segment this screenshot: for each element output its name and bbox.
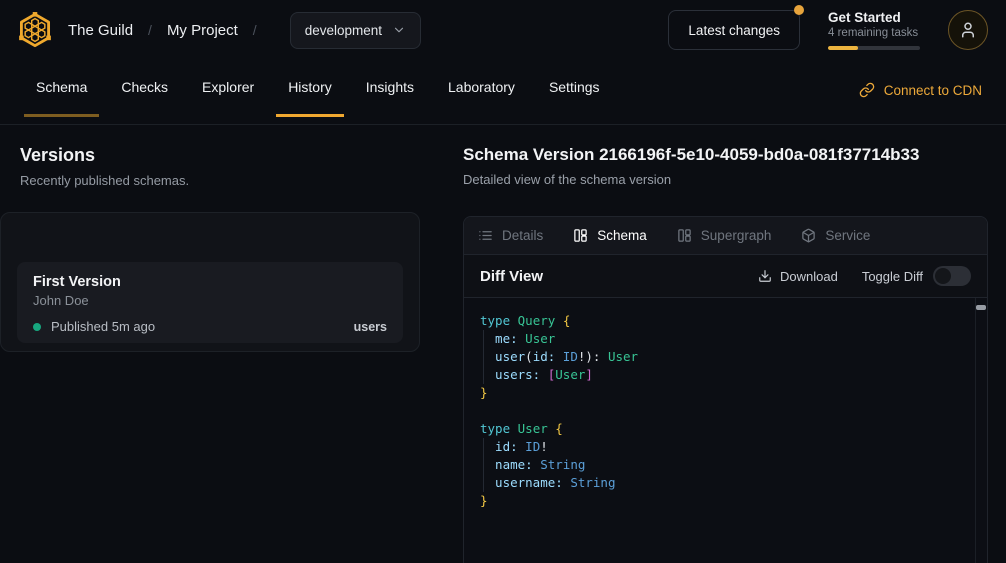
indent-guide bbox=[483, 330, 484, 384]
download-label: Download bbox=[780, 269, 838, 284]
tab-checks[interactable]: Checks bbox=[109, 60, 180, 117]
detail-tab-label: Service bbox=[825, 228, 870, 243]
indent-guide bbox=[483, 438, 484, 492]
breadcrumb-separator: / bbox=[148, 22, 152, 38]
breadcrumb-org[interactable]: The Guild bbox=[68, 22, 133, 39]
diff-view-toolbar: Diff View Download Toggle Diff bbox=[464, 255, 987, 298]
tab-settings[interactable]: Settings bbox=[537, 60, 612, 117]
get-started-subtitle: 4 remaining tasks bbox=[828, 27, 920, 39]
code-scrollbar[interactable] bbox=[975, 298, 987, 563]
toggle-diff-label: Toggle Diff bbox=[862, 269, 923, 284]
target-nav: Schema Checks Explorer History Insights … bbox=[0, 60, 1006, 125]
version-name: First Version bbox=[33, 274, 387, 290]
tab-label: Laboratory bbox=[448, 79, 515, 95]
version-list-item[interactable]: First Version John Doe Published 5m ago … bbox=[17, 262, 403, 343]
detail-tab-label: Schema bbox=[597, 228, 647, 243]
detail-tab-service[interactable]: Service bbox=[801, 228, 870, 243]
versions-list-card: First Version John Doe Published 5m ago … bbox=[0, 212, 420, 352]
toggle-diff-switch[interactable] bbox=[933, 266, 971, 286]
chevron-down-icon bbox=[392, 23, 406, 37]
version-status: Published 5m ago bbox=[51, 319, 155, 334]
columns-icon bbox=[677, 228, 692, 243]
schema-version-title: Schema Version 2166196f-5e10-4059-bd0a-0… bbox=[463, 145, 988, 165]
columns-icon bbox=[573, 228, 588, 243]
tab-laboratory[interactable]: Laboratory bbox=[436, 60, 527, 117]
connect-to-cdn-link[interactable]: Connect to CDN bbox=[859, 60, 982, 120]
versions-title: Versions bbox=[20, 145, 440, 166]
target-selector-dropdown[interactable]: development bbox=[290, 12, 421, 49]
user-icon bbox=[959, 21, 977, 39]
latest-changes-button[interactable]: Latest changes bbox=[668, 10, 800, 50]
get-started-widget[interactable]: Get Started 4 remaining tasks bbox=[828, 10, 920, 50]
detail-panel-tabs: Details Schema Supergraph bbox=[464, 217, 987, 255]
detail-tab-label: Details bbox=[502, 228, 543, 243]
nav-tabs: Schema Checks Explorer History Insights … bbox=[24, 60, 612, 124]
latest-changes-wrap: Latest changes bbox=[668, 10, 800, 50]
detail-tab-details[interactable]: Details bbox=[478, 228, 543, 243]
code-scrollbar-thumb[interactable] bbox=[976, 305, 986, 310]
download-icon bbox=[758, 269, 772, 283]
version-detail-header: Schema Version 2166196f-5e10-4059-bd0a-0… bbox=[463, 145, 988, 187]
detail-tab-label: Supergraph bbox=[701, 228, 772, 243]
cube-icon bbox=[801, 228, 816, 243]
top-header: The Guild / My Project / development Lat… bbox=[0, 0, 1006, 60]
main-content: Versions Recently published schemas. Fir… bbox=[0, 125, 1006, 563]
tab-explorer[interactable]: Explorer bbox=[190, 60, 266, 117]
tab-label: Explorer bbox=[202, 79, 254, 95]
diff-actions: Download Toggle Diff bbox=[758, 266, 971, 286]
tab-label: Schema bbox=[36, 79, 87, 95]
schema-code-viewer[interactable]: type Query { me: User user(id: ID!): Use… bbox=[464, 298, 987, 563]
list-icon bbox=[478, 228, 493, 243]
tab-label: Settings bbox=[549, 79, 600, 95]
versions-subtitle: Recently published schemas. bbox=[20, 173, 440, 188]
hive-logo-icon[interactable] bbox=[16, 11, 54, 49]
detail-tab-supergraph[interactable]: Supergraph bbox=[677, 228, 772, 243]
get-started-progress-fill bbox=[828, 46, 858, 50]
tab-label: History bbox=[288, 79, 332, 95]
breadcrumb-project[interactable]: My Project bbox=[167, 22, 238, 39]
tab-schema[interactable]: Schema bbox=[24, 60, 99, 117]
connect-to-cdn-label: Connect to CDN bbox=[884, 83, 982, 98]
header-right-group: Latest changes Get Started 4 remaining t… bbox=[668, 10, 988, 50]
tab-label: Insights bbox=[366, 79, 414, 95]
detail-tab-schema[interactable]: Schema bbox=[573, 228, 647, 243]
tab-label: Checks bbox=[121, 79, 168, 95]
schema-version-subtitle: Detailed view of the schema version bbox=[463, 172, 988, 187]
tab-insights[interactable]: Insights bbox=[354, 60, 426, 117]
notification-dot bbox=[794, 5, 804, 15]
get-started-progressbar bbox=[828, 46, 920, 50]
get-started-title: Get Started bbox=[828, 10, 920, 25]
breadcrumb-separator: / bbox=[253, 22, 257, 38]
version-detail-panel: Details Schema Supergraph bbox=[463, 216, 988, 563]
version-status-row: Published 5m ago users bbox=[33, 319, 387, 334]
link-icon bbox=[859, 82, 875, 98]
version-author: John Doe bbox=[33, 293, 387, 308]
download-button[interactable]: Download bbox=[758, 269, 838, 284]
versions-header: Versions Recently published schemas. bbox=[20, 145, 440, 188]
published-dot-icon bbox=[33, 323, 41, 331]
toggle-diff-knob bbox=[935, 268, 951, 284]
toggle-diff-group: Toggle Diff bbox=[862, 266, 971, 286]
diff-view-title: Diff View bbox=[480, 268, 543, 285]
service-badge: users bbox=[354, 320, 387, 334]
app-root: The Guild / My Project / development Lat… bbox=[0, 0, 1006, 563]
tab-history[interactable]: History bbox=[276, 60, 344, 117]
graphql-schema-code: type Query { me: User user(id: ID!): Use… bbox=[464, 298, 987, 524]
user-avatar-button[interactable] bbox=[948, 10, 988, 50]
target-selector-value: development bbox=[305, 23, 382, 38]
